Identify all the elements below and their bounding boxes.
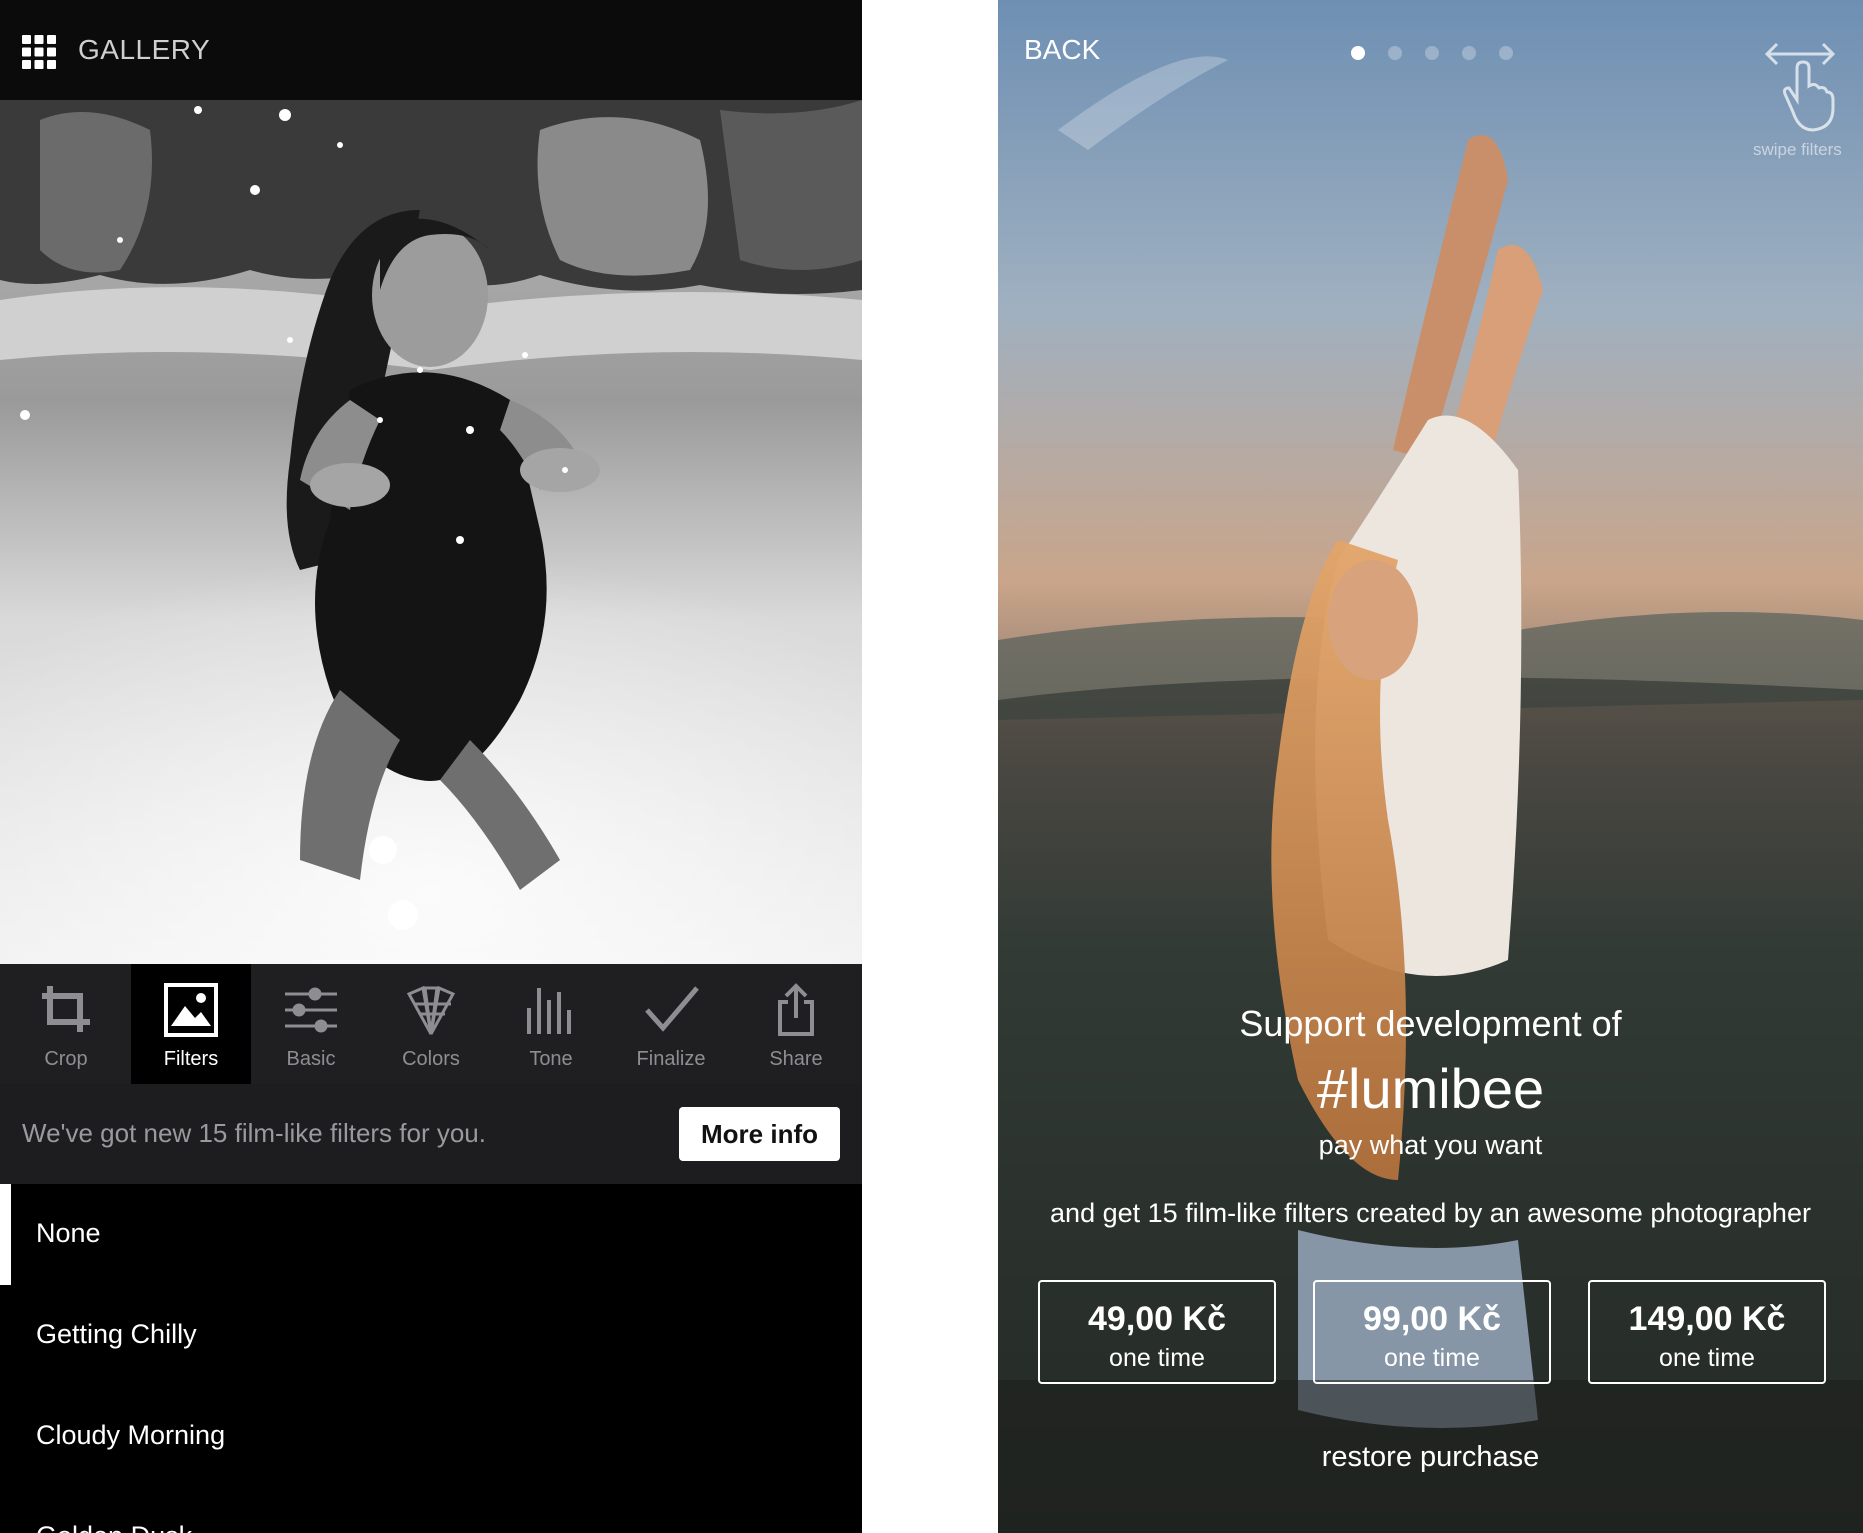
tool-tone[interactable]: Tone — [491, 964, 611, 1084]
filter-label: Getting Chilly — [36, 1319, 197, 1349]
tool-label: Tone — [529, 1048, 573, 1070]
headline: Support development of — [1239, 1003, 1622, 1044]
filter-label: None — [36, 1218, 101, 1248]
tool-label: Filters — [163, 1048, 219, 1070]
price-button-149[interactable]: 149,00 Kč one time — [1588, 1280, 1826, 1384]
top-bar: GALLERY — [0, 0, 862, 100]
promo-banner: We've got new 15 film-like filters for y… — [0, 1084, 862, 1184]
image-icon — [164, 983, 218, 1037]
price-button-99[interactable]: 99,00 Kč one time — [1313, 1280, 1551, 1384]
description: and get 15 film-like filters created by … — [1050, 1198, 1811, 1228]
hashtag: #lumibee — [1316, 1057, 1545, 1120]
filter-item-cloudy-morning[interactable]: Cloudy Morning — [0, 1386, 862, 1487]
price-amount: 149,00 Kč — [1628, 1300, 1786, 1338]
tool-label: Share — [769, 1048, 823, 1070]
photo-canvas[interactable] — [0, 100, 862, 964]
page-dot[interactable] — [1499, 46, 1513, 60]
share-icon — [778, 983, 814, 1036]
purchase-panel: BACK swipe filters Support development o… — [998, 0, 1863, 1533]
price-period: one time — [1109, 1344, 1205, 1372]
grid-icon[interactable] — [22, 35, 56, 69]
more-info-button[interactable]: More info — [679, 1107, 840, 1161]
editor-panel: GALLERY Crop Filters Basic Colors Tone F… — [0, 0, 862, 1533]
page-dot[interactable] — [1425, 46, 1439, 60]
filter-item-getting-chilly[interactable]: Getting Chilly — [0, 1285, 862, 1386]
tool-label: Colors — [402, 1048, 460, 1070]
check-icon — [645, 986, 699, 1032]
gallery-link[interactable]: GALLERY — [78, 34, 210, 66]
page-dot[interactable] — [1388, 46, 1402, 60]
subheadline: pay what you want — [1318, 1130, 1543, 1160]
filter-label: Golden Dusk — [36, 1521, 192, 1533]
restore-purchase-link[interactable]: restore purchase — [998, 1441, 1863, 1474]
bars-icon — [527, 988, 571, 1034]
tool-finalize[interactable]: Finalize — [611, 964, 731, 1084]
tool-label: Finalize — [636, 1048, 706, 1070]
tool-crop[interactable]: Crop — [6, 964, 126, 1084]
promo-text: We've got new 15 film-like filters for y… — [22, 1118, 486, 1148]
filter-item-golden-dusk[interactable]: Golden Dusk — [0, 1487, 862, 1533]
swipe-hand-icon — [1764, 42, 1836, 132]
price-period: one time — [1384, 1344, 1480, 1372]
swipe-hint-label: swipe filters — [1753, 140, 1842, 159]
price-button-49[interactable]: 49,00 Kč one time — [1038, 1280, 1276, 1384]
price-amount: 49,00 Kč — [1088, 1300, 1226, 1338]
tool-basic[interactable]: Basic — [251, 964, 371, 1084]
filter-list: None Getting Chilly Cloudy Morning Golde… — [0, 1184, 862, 1533]
tool-filters[interactable]: Filters — [131, 964, 251, 1084]
page-dot[interactable] — [1351, 46, 1365, 60]
filter-label: Cloudy Morning — [36, 1420, 226, 1450]
tool-label: Crop — [44, 1048, 88, 1070]
tool-bar: Crop Filters Basic Colors Tone Finalize … — [0, 964, 862, 1084]
palette-icon — [406, 985, 456, 1035]
sliders-icon — [285, 987, 337, 1033]
back-button[interactable]: BACK — [1024, 34, 1100, 66]
price-period: one time — [1659, 1344, 1755, 1372]
tool-share[interactable]: Share — [736, 964, 856, 1084]
page-dot[interactable] — [1462, 46, 1476, 60]
price-amount: 99,00 Kč — [1363, 1300, 1501, 1338]
tool-label: Basic — [286, 1048, 336, 1070]
filter-item-none[interactable]: None — [0, 1184, 862, 1285]
tool-colors[interactable]: Colors — [371, 964, 491, 1084]
crop-icon — [42, 986, 90, 1032]
